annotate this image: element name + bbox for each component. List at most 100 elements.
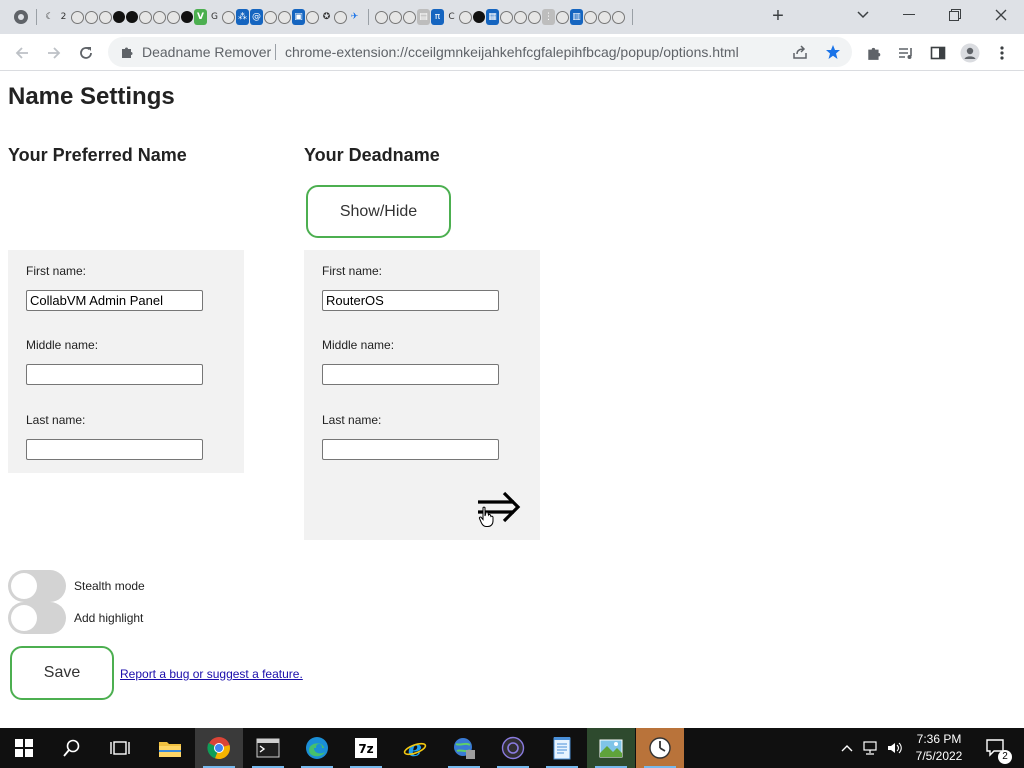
network-app-icon <box>454 738 475 759</box>
tab-icon[interactable] <box>375 11 388 24</box>
share-icon[interactable] <box>791 43 809 61</box>
tab-icon[interactable] <box>167 11 180 24</box>
tab-search-button[interactable] <box>840 0 886 30</box>
tab-icon[interactable] <box>389 11 402 24</box>
network-app-button[interactable] <box>440 728 488 768</box>
terminal-taskbar-button[interactable] <box>244 728 292 768</box>
tab-icon[interactable] <box>99 11 112 24</box>
address-bar[interactable]: Deadname Remover chrome-extension://ccei… <box>108 37 852 67</box>
new-tab-button[interactable]: + <box>768 6 788 27</box>
minimize-button[interactable] <box>886 0 932 30</box>
tab-icon[interactable]: ▥ <box>570 9 583 25</box>
stealth-mode-toggle[interactable] <box>8 570 66 602</box>
tab-icon[interactable] <box>139 11 152 24</box>
tab-icon[interactable]: C <box>445 9 458 25</box>
restore-button[interactable] <box>932 0 978 30</box>
tab-icon[interactable]: V <box>194 9 207 25</box>
tab-icon[interactable] <box>153 11 166 24</box>
forward-button[interactable] <box>40 39 68 67</box>
reload-button[interactable] <box>72 39 100 67</box>
save-button[interactable]: Save <box>10 646 114 700</box>
tab-icon[interactable]: 2 <box>57 9 70 25</box>
tab-icon[interactable]: ▣ <box>292 9 305 25</box>
tab-icon[interactable] <box>85 11 98 24</box>
tab-icon[interactable] <box>473 11 485 23</box>
tab-icon[interactable]: ⁂ <box>236 9 249 25</box>
url-text[interactable]: chrome-extension://cceilgmnkeijahkehfcgf… <box>285 44 739 60</box>
tab-icon[interactable] <box>612 11 625 24</box>
browser-toolbar: Deadname Remover chrome-extension://ccei… <box>0 34 1024 71</box>
tab-icon[interactable]: ▤ <box>417 9 430 25</box>
tab-icon[interactable] <box>598 11 611 24</box>
tab-icon[interactable] <box>403 11 416 24</box>
tab-icon[interactable] <box>306 11 319 24</box>
tab-icon[interactable] <box>500 11 513 24</box>
tab-icon[interactable]: ✪ <box>320 9 333 25</box>
show-hide-button[interactable]: Show/Hide <box>306 185 451 238</box>
add-highlight-toggle[interactable] <box>8 602 66 634</box>
media-control-button[interactable] <box>892 39 920 67</box>
preferred-first-name-input[interactable] <box>26 290 203 311</box>
obs-taskbar-button[interactable] <box>489 728 537 768</box>
tab-icon[interactable] <box>528 11 541 24</box>
chrome-taskbar-button[interactable] <box>195 728 243 768</box>
image-app-taskbar-button[interactable] <box>587 728 635 768</box>
report-bug-link[interactable]: Report a bug or suggest a feature. <box>120 667 303 681</box>
7zip-taskbar-button[interactable]: 7z <box>342 728 390 768</box>
deadname-first-name-input[interactable] <box>322 290 499 311</box>
task-view-icon <box>110 741 130 755</box>
close-button[interactable] <box>978 0 1024 30</box>
tab-icon[interactable] <box>584 11 597 24</box>
tab-icon[interactable]: ⋮ <box>542 9 555 25</box>
star-icon[interactable] <box>824 43 842 61</box>
tab-icon[interactable]: ✈ <box>348 9 361 25</box>
chromium-tab-icon[interactable] <box>12 8 30 26</box>
tab-icon[interactable] <box>514 11 527 24</box>
action-center-button[interactable]: 2 <box>976 728 1016 768</box>
start-button[interactable] <box>0 728 48 768</box>
internet-explorer-icon: e <box>403 736 427 760</box>
preferred-last-name-input[interactable] <box>26 439 203 460</box>
back-arrow-icon <box>15 47 28 59</box>
file-explorer-button[interactable] <box>146 728 194 768</box>
tab-icon[interactable]: ☾ <box>43 9 56 25</box>
clock-app-icon <box>649 737 671 759</box>
edge-taskbar-button[interactable] <box>293 728 341 768</box>
tab-icon[interactable] <box>126 11 138 23</box>
network-tray-button[interactable] <box>860 728 882 768</box>
tab-icon[interactable]: G <box>208 9 221 25</box>
clock-time[interactable]: 7:36 PM <box>908 732 970 746</box>
tab-icon[interactable] <box>278 11 291 24</box>
tab-icon[interactable] <box>222 11 235 24</box>
deadname-last-name-input[interactable] <box>322 439 499 460</box>
internet-explorer-button[interactable]: e <box>391 728 439 768</box>
tab-icon[interactable]: @ <box>250 9 263 25</box>
clock-date[interactable]: 7/5/2022 <box>908 749 970 763</box>
tab-icon[interactable] <box>71 11 84 24</box>
deadname-middle-name-input[interactable] <box>322 364 499 385</box>
task-view-button[interactable] <box>96 728 144 768</box>
tab-icon[interactable] <box>556 11 569 24</box>
preferred-middle-name-input[interactable] <box>26 364 203 385</box>
tab-icon[interactable] <box>113 11 125 23</box>
speaker-icon <box>888 742 902 754</box>
tab-icon[interactable] <box>264 11 277 24</box>
forward-arrow-icon <box>48 47 61 59</box>
side-panel-button[interactable] <box>924 39 952 67</box>
notepad-taskbar-button[interactable] <box>538 728 586 768</box>
middle-name-label: Middle name: <box>322 338 395 352</box>
tab-icon[interactable]: ▦ <box>486 9 499 25</box>
tab-icon[interactable] <box>181 11 193 23</box>
search-button[interactable] <box>48 728 96 768</box>
tab-icon[interactable] <box>334 11 347 24</box>
volume-tray-button[interactable] <box>884 728 906 768</box>
tray-overflow-button[interactable] <box>836 728 858 768</box>
tab-icon[interactable]: π <box>431 9 444 25</box>
tab-icon[interactable] <box>459 11 472 24</box>
profile-button[interactable] <box>956 39 984 67</box>
chevron-down-icon <box>857 11 869 19</box>
extensions-button[interactable] <box>860 39 888 67</box>
back-button[interactable] <box>8 39 36 67</box>
browser-menu-button[interactable] <box>988 39 1016 67</box>
clock-app-taskbar-button[interactable] <box>636 728 684 768</box>
